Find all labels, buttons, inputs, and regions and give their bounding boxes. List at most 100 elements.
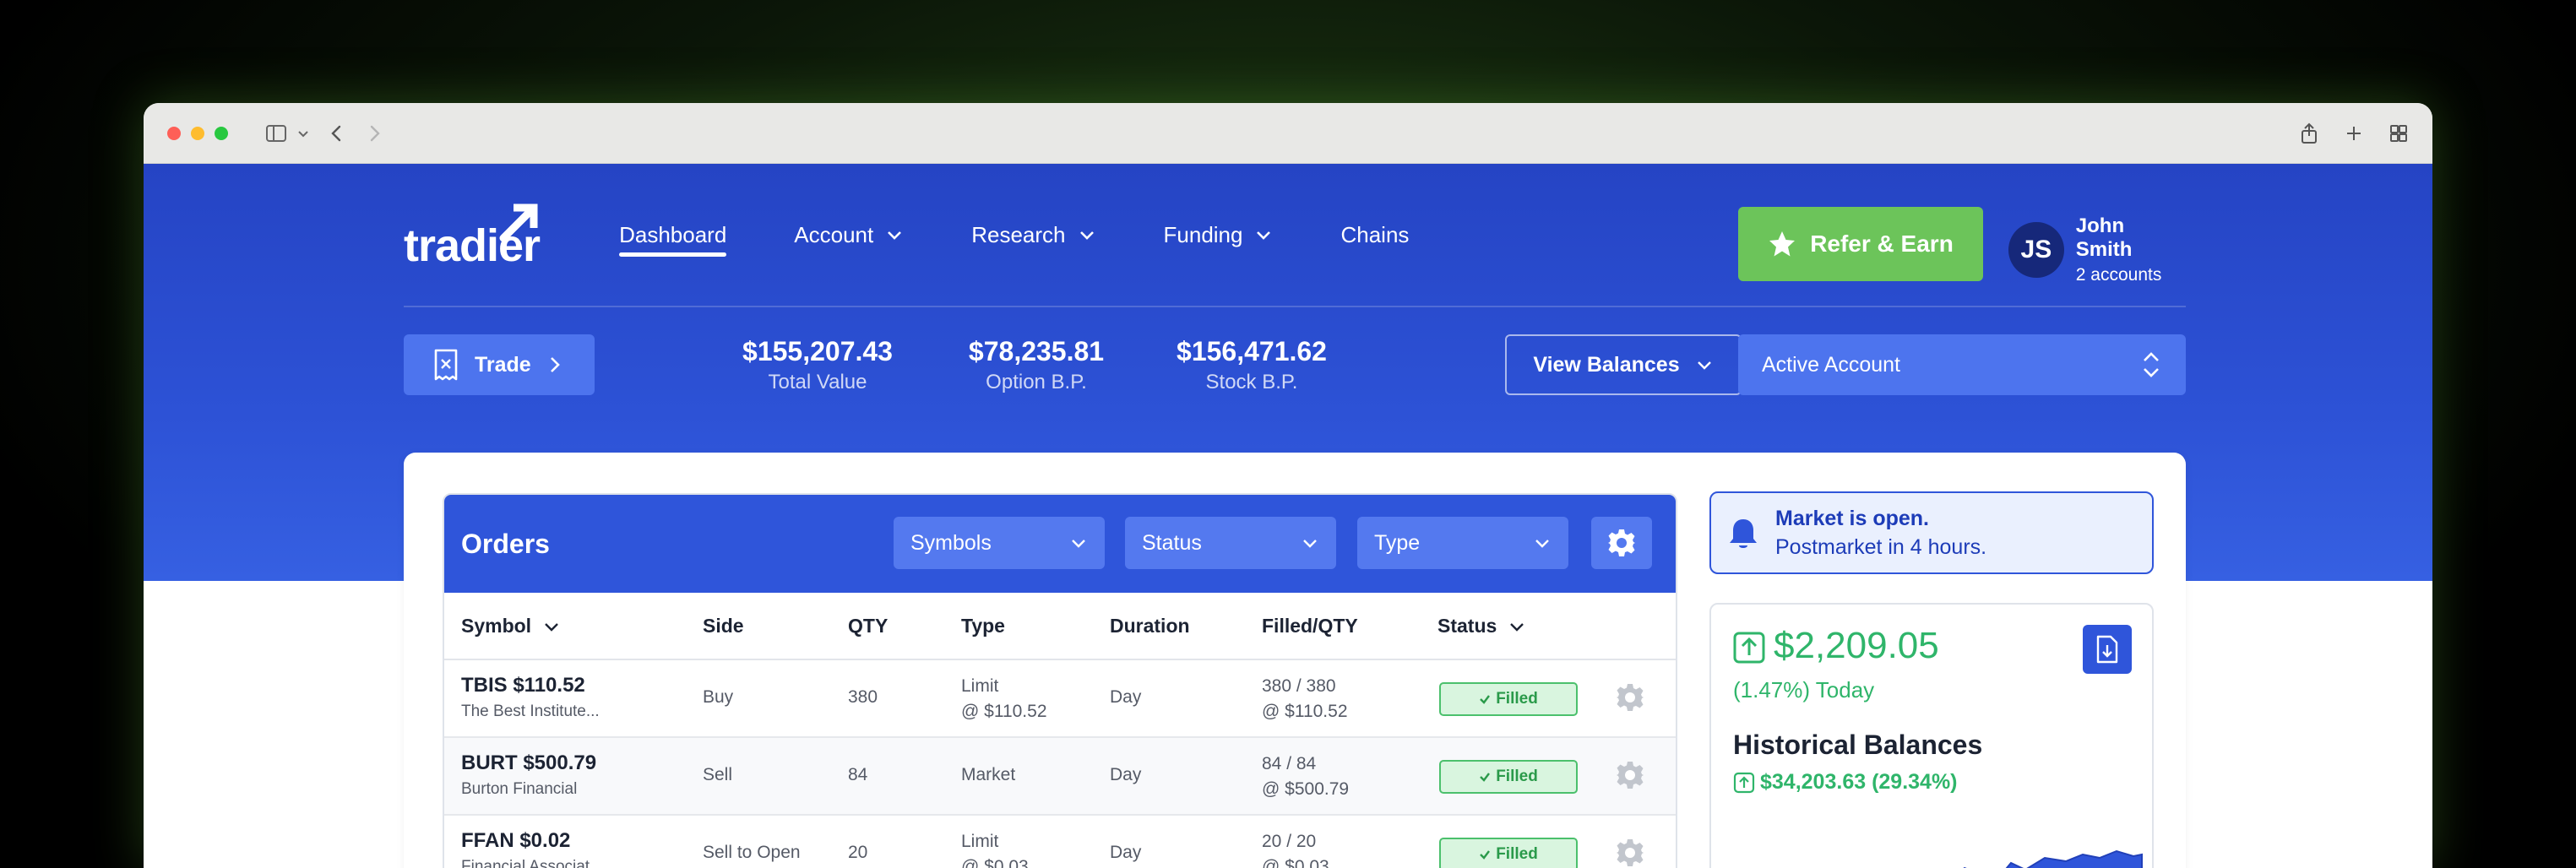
order-type-cell: Limit @ $0.03 (961, 829, 1029, 868)
nav-account-label: Account (794, 221, 874, 247)
gear-icon[interactable] (1615, 760, 1645, 790)
order-symbol-cell: TBIS $110.52 The Best Institute... (461, 674, 600, 721)
order-filled-cell: 20 / 20 @ $0.03 (1262, 829, 1329, 868)
chevron-down-icon (1079, 231, 1094, 240)
column-duration-label: Duration (1110, 615, 1190, 637)
close-window-button[interactable] (167, 126, 181, 140)
orders-panel: Orders Symbols Status Type Symbol Side Q… (443, 493, 1677, 868)
nav-dashboard[interactable]: Dashboard (619, 209, 727, 260)
back-icon[interactable] (328, 124, 346, 143)
gear-icon[interactable] (1615, 838, 1645, 868)
order-qty: 380 (848, 687, 878, 707)
zoom-window-button[interactable] (215, 126, 228, 140)
column-type-label: Type (961, 615, 1005, 637)
order-qty: 20 (848, 843, 868, 862)
order-filled-price: @ $110.52 (1262, 702, 1348, 721)
active-account-label: Active Account (1762, 352, 1900, 377)
symbols-filter[interactable]: Symbols (894, 517, 1105, 569)
new-tab-icon[interactable] (2345, 124, 2363, 143)
order-filled-price: @ $500.79 (1262, 779, 1350, 799)
brand-logo[interactable]: tradier (404, 201, 541, 269)
stat-stock-bp-label: Stock B.P. (1205, 371, 1298, 393)
chevron-down-icon (1072, 540, 1085, 548)
chevron-down-icon (1697, 361, 1711, 370)
share-icon[interactable] (2299, 122, 2319, 144)
orders-settings-button[interactable] (1591, 517, 1652, 569)
chevron-right-icon (550, 357, 560, 372)
stat-total-value-label: Total Value (768, 371, 867, 393)
market-status-title: Market is open. (1775, 507, 1929, 530)
forward-icon[interactable] (365, 124, 383, 143)
gear-icon[interactable] (1615, 682, 1645, 713)
column-status[interactable]: Status (1437, 615, 1525, 637)
table-row[interactable]: BURT $500.79 Burton Financial Sell 84 Ma… (444, 738, 1676, 816)
stat-option-bp-label: Option B.P. (986, 371, 1087, 393)
order-side: Sell to Open (703, 843, 801, 862)
order-filled-cell: 380 / 380 @ $110.52 (1262, 674, 1348, 724)
order-symbol-cell: FFAN $0.02 Financial Associat... (461, 829, 603, 868)
type-filter[interactable]: Type (1357, 517, 1568, 569)
nav-account[interactable]: Account (794, 209, 904, 260)
stat-stock-bp-amount: $156,471.62 (1177, 336, 1327, 366)
trade-button[interactable]: Trade (404, 334, 595, 395)
order-type: Market (961, 765, 1016, 784)
order-symbol: TBIS $110.52 (461, 674, 585, 697)
sidebar-toggle-icon[interactable] (265, 123, 291, 144)
symbols-filter-label: Symbols (910, 530, 992, 555)
column-symbol[interactable]: Symbol (461, 615, 560, 637)
check-icon (1480, 850, 1491, 860)
stat-total-value-amount: $155,207.43 (742, 336, 893, 366)
status-badge-label: Filled (1496, 768, 1538, 785)
dashboard-card: Orders Symbols Status Type Symbol Side Q… (404, 453, 2186, 868)
trade-label: Trade (475, 352, 531, 377)
column-type: Type (961, 615, 1005, 637)
order-duration: Day (1110, 687, 1142, 707)
market-status-banner: Market is open. Postmarket in 4 hours. (1709, 491, 2154, 574)
header-area: tradier Dashboard Account Research Fundi… (404, 164, 2186, 451)
bell-icon (1730, 519, 1757, 548)
order-symbol: BURT $500.79 (461, 751, 597, 774)
status-filter-label: Status (1142, 530, 1202, 555)
column-filled-qty-label: Filled/QTY (1262, 615, 1358, 637)
refer-earn-button[interactable]: Refer & Earn (1738, 207, 1983, 281)
account-summary-bar: Trade $155,207.43 Total Value $78,235.81… (404, 307, 2186, 451)
orders-header: Orders Symbols Status Type (444, 495, 1676, 593)
window-controls (167, 126, 228, 140)
order-filled-cell: 84 / 84 @ $500.79 (1262, 751, 1349, 802)
order-duration: Day (1110, 843, 1142, 862)
chevron-down-icon (1510, 622, 1524, 632)
table-row[interactable]: TBIS $110.52 The Best Institute... Buy 3… (444, 660, 1676, 738)
nav-chains[interactable]: Chains (1340, 209, 1409, 260)
status-filter[interactable]: Status (1125, 517, 1336, 569)
nav-research[interactable]: Research (971, 209, 1095, 260)
status-badge: Filled (1439, 760, 1578, 794)
order-qty: 84 (848, 765, 868, 784)
column-side-label: Side (703, 615, 744, 637)
nav-funding-label: Funding (1163, 221, 1243, 247)
order-duration: Day (1110, 765, 1142, 784)
column-side: Side (703, 615, 744, 637)
minimize-window-button[interactable] (191, 126, 204, 140)
gear-icon (1608, 529, 1635, 556)
main-nav: Dashboard Account Research Funding Chain… (619, 209, 1476, 260)
market-status-subtitle: Postmarket in 4 hours. (1775, 535, 1987, 559)
stat-total-value: $155,207.43 Total Value (735, 336, 900, 394)
check-icon (1480, 695, 1491, 704)
chevron-down-icon[interactable] (297, 127, 309, 139)
user-menu[interactable]: JS John Smith 2 accounts (2008, 214, 2186, 285)
stat-option-bp: $78,235.81 Option B.P. (963, 336, 1110, 394)
chevron-down-icon (1303, 540, 1317, 548)
chevron-down-icon (545, 622, 558, 632)
historical-balances-chart (1963, 849, 2143, 868)
tab-overview-icon[interactable] (2389, 123, 2409, 144)
orders-table-header: Symbol Side QTY Type Duration Filled/QTY… (444, 593, 1676, 660)
order-symbol: FFAN $0.02 (461, 829, 571, 852)
order-limit-price: @ $0.03 (961, 857, 1029, 868)
orders-table-body: TBIS $110.52 The Best Institute... Buy 3… (444, 660, 1676, 868)
nav-funding[interactable]: Funding (1164, 209, 1274, 260)
order-limit-price: @ $110.52 (961, 702, 1047, 721)
view-balances-label: View Balances (1533, 352, 1680, 377)
active-account-select[interactable]: Active Account (1738, 334, 2186, 395)
view-balances-button[interactable]: View Balances (1505, 334, 1742, 395)
table-row[interactable]: FFAN $0.02 Financial Associat... Sell to… (444, 816, 1676, 868)
